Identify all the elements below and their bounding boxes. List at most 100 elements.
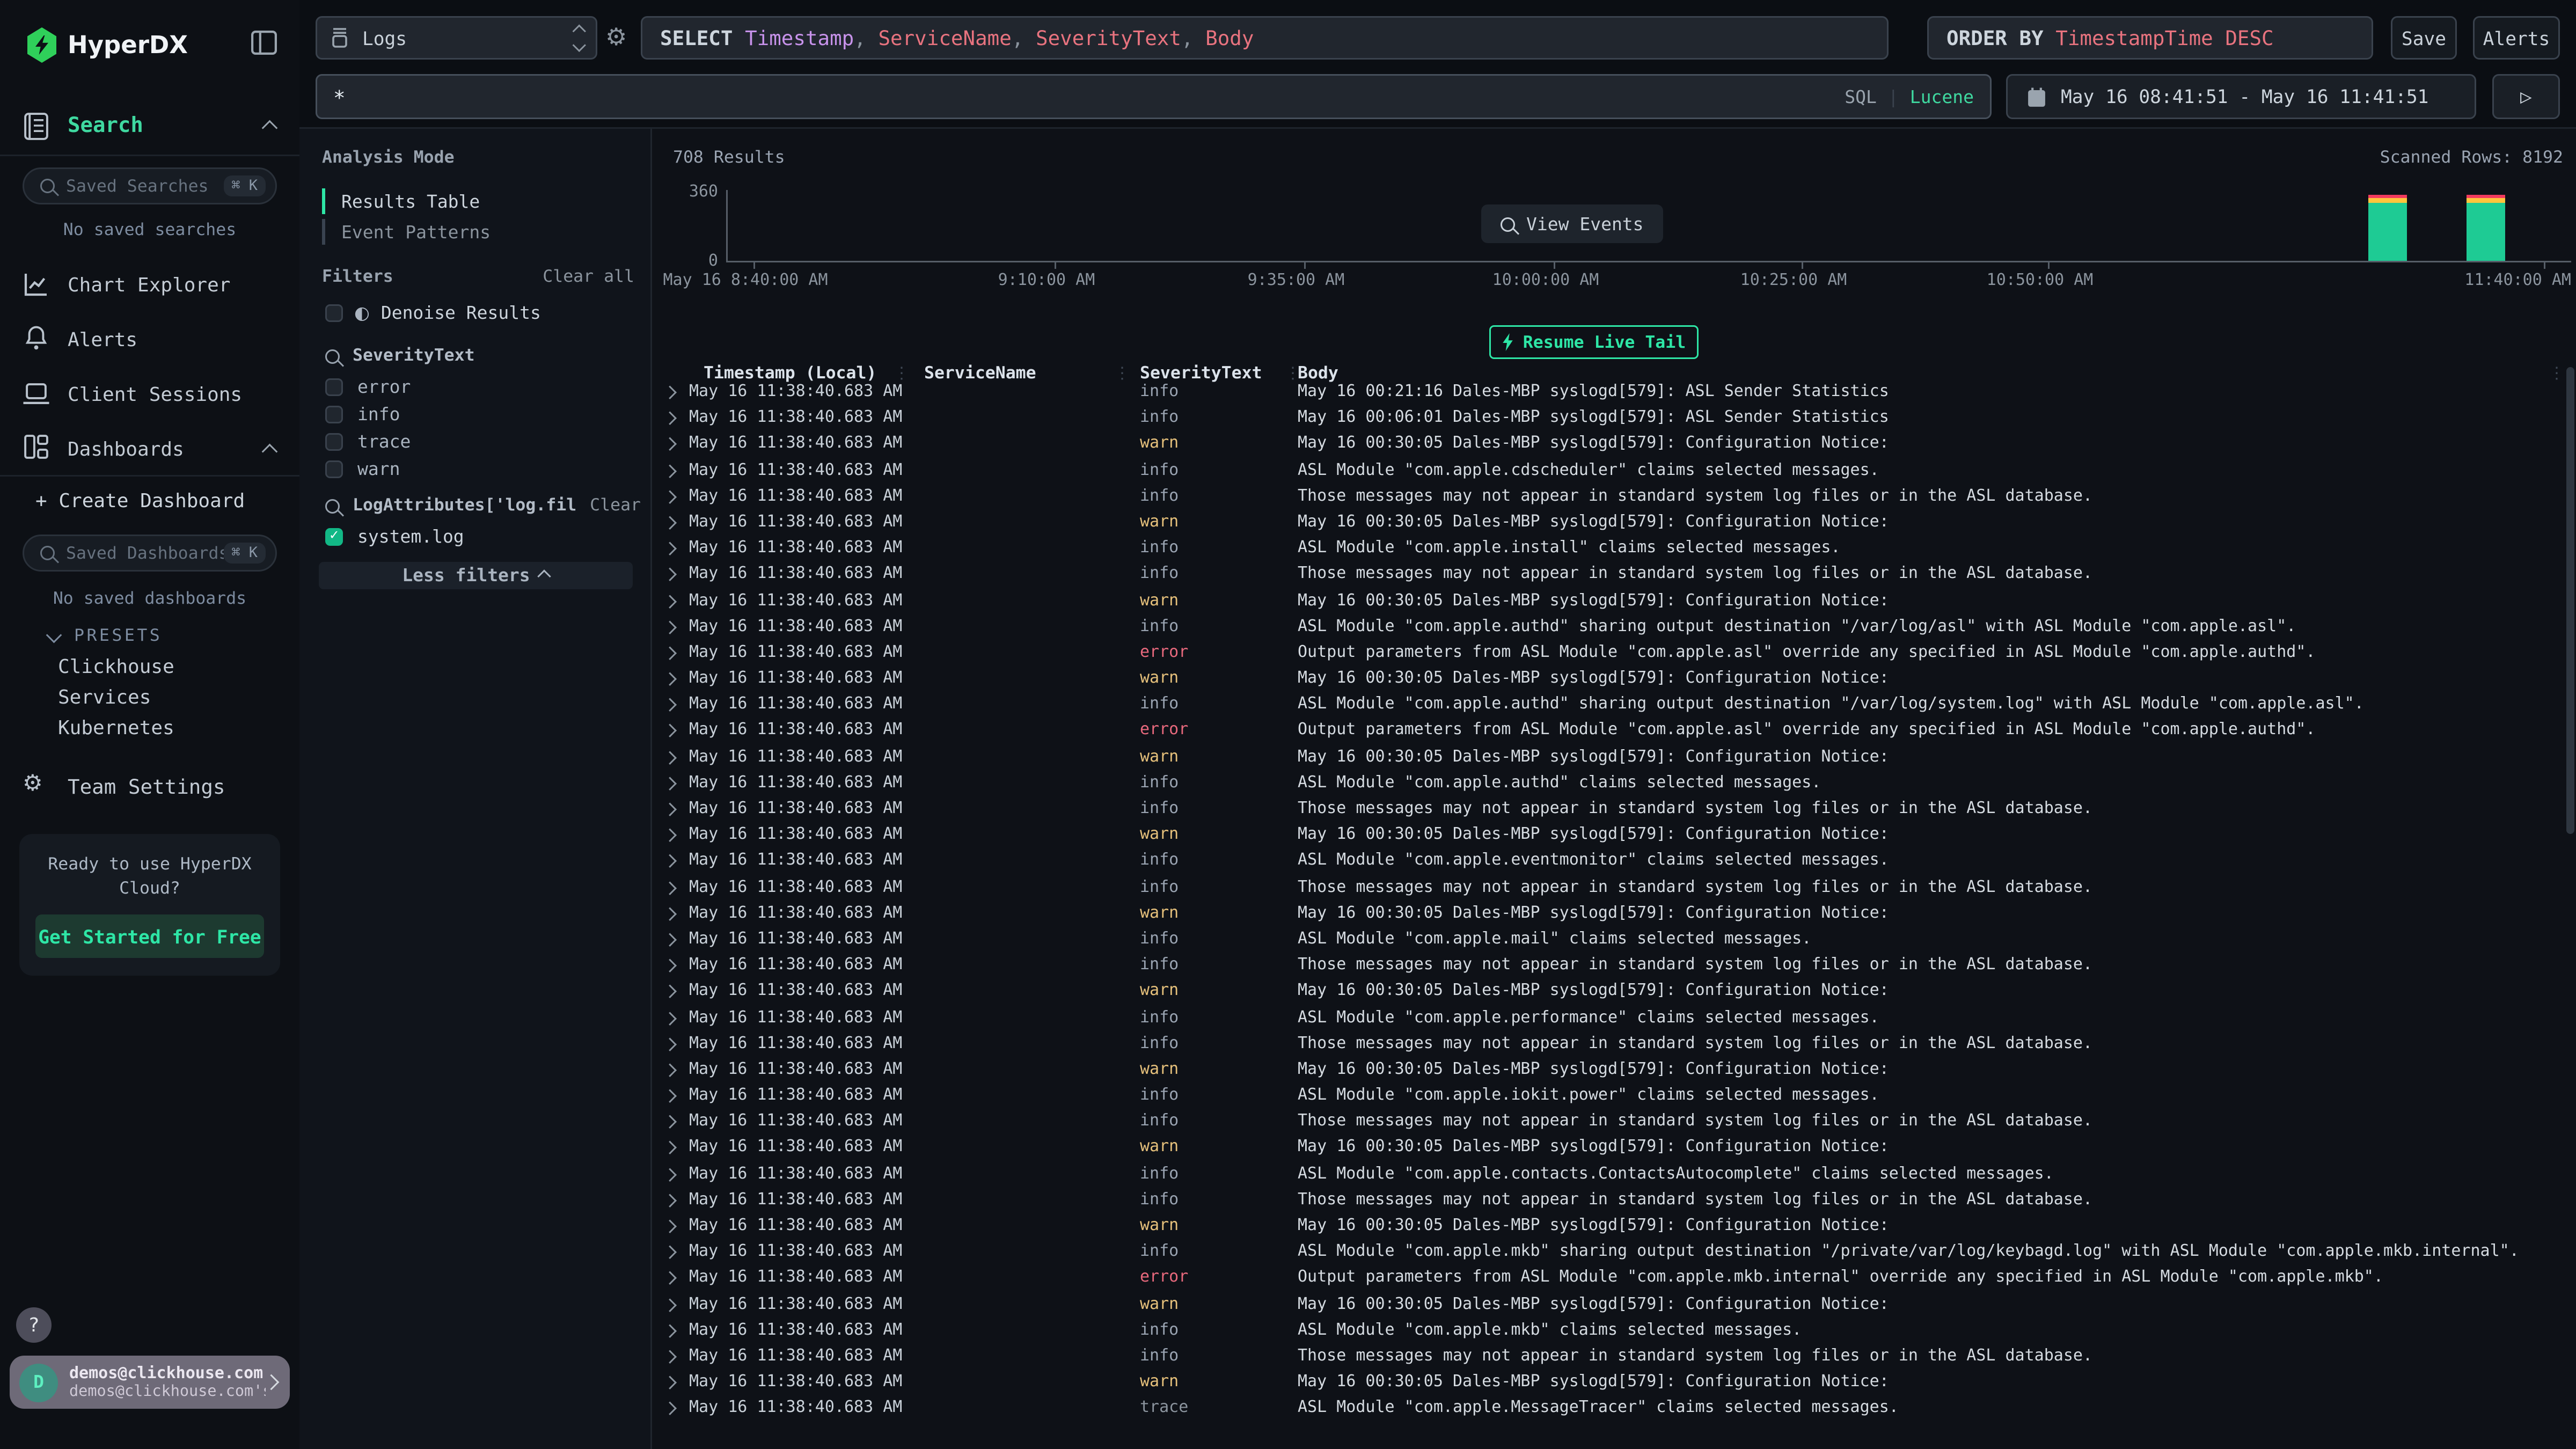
table-row[interactable]: May 16 11:38:40.683 AM warn May 16 00:30… bbox=[652, 667, 2576, 693]
sidebar-item-chart-explorer[interactable]: Chart Explorer bbox=[68, 274, 230, 296]
table-row[interactable]: May 16 11:38:40.683 AM info Those messag… bbox=[652, 875, 2576, 902]
expand-row-chevron-icon[interactable] bbox=[663, 1324, 676, 1337]
presets-header[interactable]: PRESETS bbox=[74, 626, 162, 646]
expand-row-chevron-icon[interactable] bbox=[663, 1142, 676, 1154]
clear-all-button[interactable]: Clear all bbox=[543, 267, 634, 287]
table-row[interactable]: May 16 11:38:40.683 AM warn May 16 00:30… bbox=[652, 1292, 2576, 1319]
order-by-input[interactable]: ORDER BY TimestampTime DESC bbox=[1927, 16, 2373, 60]
table-scrollbar[interactable] bbox=[2566, 367, 2574, 834]
expand-row-chevron-icon[interactable] bbox=[663, 908, 676, 920]
preset-kubernetes[interactable]: Kubernetes bbox=[58, 716, 174, 739]
table-row[interactable]: May 16 11:38:40.683 AM info ASL Module "… bbox=[652, 927, 2576, 954]
sidebar-item-team-settings[interactable]: Team Settings bbox=[68, 774, 225, 799]
expand-row-chevron-icon[interactable] bbox=[663, 491, 676, 503]
table-row[interactable]: May 16 11:38:40.683 AM warn May 16 00:30… bbox=[652, 901, 2576, 927]
table-row[interactable]: May 16 11:38:40.683 AM info ASL Module "… bbox=[652, 614, 2576, 641]
time-range-picker[interactable]: May 16 08:41:51 - May 16 11:41:51 bbox=[2006, 74, 2476, 119]
expand-row-chevron-icon[interactable] bbox=[663, 1168, 676, 1180]
table-row[interactable]: May 16 11:38:40.683 AM error Output para… bbox=[652, 641, 2576, 667]
expand-row-chevron-icon[interactable] bbox=[663, 1272, 676, 1285]
table-row[interactable]: May 16 11:38:40.683 AM info Those messag… bbox=[652, 484, 2576, 510]
table-row[interactable]: May 16 11:38:40.683 AM info ASL Module "… bbox=[652, 536, 2576, 562]
histogram-bar[interactable] bbox=[2467, 194, 2505, 261]
table-row[interactable]: May 16 11:38:40.683 AM warn May 16 00:30… bbox=[652, 432, 2576, 458]
sidebar-item-dashboards[interactable]: Dashboards bbox=[68, 438, 184, 460]
checkbox[interactable] bbox=[325, 406, 343, 423]
create-dashboard-button[interactable]: + Create Dashboard bbox=[35, 489, 245, 512]
dashboards-collapse-chevron-icon[interactable] bbox=[262, 444, 278, 460]
results-histogram[interactable]: 360 0 May 16 8:40:00 AM9:10:00 AM9:35:00… bbox=[652, 180, 2576, 325]
table-row[interactable]: May 16 11:38:40.683 AM warn May 16 00:30… bbox=[652, 510, 2576, 537]
expand-row-chevron-icon[interactable] bbox=[663, 699, 676, 711]
denoise-row[interactable]: ◐ Denoise Results bbox=[325, 303, 541, 324]
expand-row-chevron-icon[interactable] bbox=[663, 1246, 676, 1258]
expand-row-chevron-icon[interactable] bbox=[663, 1350, 676, 1363]
expand-row-chevron-icon[interactable] bbox=[663, 881, 676, 894]
table-row[interactable]: May 16 11:38:40.683 AM error Output para… bbox=[652, 719, 2576, 745]
expand-row-chevron-icon[interactable] bbox=[663, 986, 676, 998]
table-row[interactable]: May 16 11:38:40.683 AM info ASL Module "… bbox=[652, 1084, 2576, 1110]
source-select[interactable]: Logs bbox=[316, 16, 597, 60]
expand-row-chevron-icon[interactable] bbox=[663, 621, 676, 633]
preset-clickhouse[interactable]: Clickhouse bbox=[58, 655, 174, 678]
filter-option-error[interactable]: error bbox=[325, 374, 411, 401]
mode-sql-toggle[interactable]: SQL bbox=[1845, 86, 1877, 107]
table-row[interactable]: May 16 11:38:40.683 AM warn May 16 00:30… bbox=[652, 745, 2576, 771]
filter-option-info[interactable]: info bbox=[325, 401, 411, 428]
collapse-sidebar-icon[interactable] bbox=[251, 31, 277, 55]
expand-row-chevron-icon[interactable] bbox=[663, 464, 676, 477]
filter-option-trace[interactable]: trace bbox=[325, 428, 411, 456]
search-collapse-chevron-icon[interactable] bbox=[262, 120, 278, 136]
sidebar-item-client-sessions[interactable]: Client Sessions bbox=[68, 383, 242, 406]
table-row[interactable]: May 16 11:38:40.683 AM info Those messag… bbox=[652, 797, 2576, 823]
table-row[interactable]: May 16 11:38:40.683 AM info May 16 00:21… bbox=[652, 380, 2576, 406]
expand-row-chevron-icon[interactable] bbox=[663, 1064, 676, 1076]
expand-row-chevron-icon[interactable] bbox=[663, 1116, 676, 1128]
expand-row-chevron-icon[interactable] bbox=[663, 1038, 676, 1050]
table-row[interactable]: May 16 11:38:40.683 AM info ASL Module "… bbox=[652, 458, 2576, 485]
expand-row-chevron-icon[interactable] bbox=[663, 1377, 676, 1389]
table-row[interactable]: May 16 11:38:40.683 AM info Those messag… bbox=[652, 562, 2576, 589]
expand-row-chevron-icon[interactable] bbox=[663, 647, 676, 659]
expand-row-chevron-icon[interactable] bbox=[663, 543, 676, 555]
run-query-button[interactable]: ▷ bbox=[2492, 74, 2560, 119]
mode-lucene-toggle[interactable]: Lucene bbox=[1910, 86, 1974, 107]
saved-dashboards-input[interactable]: Saved Dashboards ⌘ K bbox=[23, 535, 277, 572]
tab-results-table[interactable]: Results Table bbox=[341, 192, 480, 213]
table-row[interactable]: May 16 11:38:40.683 AM warn May 16 00:30… bbox=[652, 589, 2576, 615]
table-row[interactable]: May 16 11:38:40.683 AM info ASL Module "… bbox=[652, 1240, 2576, 1267]
checkbox[interactable] bbox=[325, 378, 343, 396]
search-query-input[interactable]: * SQL | Lucene bbox=[316, 74, 1992, 119]
tab-event-patterns[interactable]: Event Patterns bbox=[341, 222, 491, 243]
table-row[interactable]: May 16 11:38:40.683 AM error Output para… bbox=[652, 1266, 2576, 1292]
help-button[interactable]: ? bbox=[16, 1307, 52, 1343]
alerts-button[interactable]: Alerts bbox=[2473, 16, 2560, 60]
table-row[interactable]: May 16 11:38:40.683 AM warn May 16 00:30… bbox=[652, 1058, 2576, 1084]
expand-row-chevron-icon[interactable] bbox=[663, 777, 676, 789]
table-row[interactable]: May 16 11:38:40.683 AM info ASL Module "… bbox=[652, 693, 2576, 719]
table-row[interactable]: May 16 11:38:40.683 AM warn May 16 00:30… bbox=[652, 979, 2576, 1006]
table-row[interactable]: May 16 11:38:40.683 AM info Those messag… bbox=[652, 1110, 2576, 1136]
presets-chevron-icon[interactable] bbox=[46, 627, 62, 643]
table-row[interactable]: May 16 11:38:40.683 AM info ASL Module "… bbox=[652, 1318, 2576, 1344]
checkbox[interactable] bbox=[325, 433, 343, 451]
get-started-button[interactable]: Get Started for Free bbox=[35, 914, 264, 958]
table-row[interactable]: May 16 11:38:40.683 AM info Those messag… bbox=[652, 1344, 2576, 1371]
denoise-checkbox[interactable] bbox=[325, 304, 343, 322]
table-row[interactable]: May 16 11:38:40.683 AM warn May 16 00:30… bbox=[652, 1136, 2576, 1162]
table-row[interactable]: May 16 11:38:40.683 AM info Those messag… bbox=[652, 1031, 2576, 1058]
table-row[interactable]: May 16 11:38:40.683 AM warn May 16 00:30… bbox=[652, 1214, 2576, 1240]
histogram-bar[interactable] bbox=[2368, 194, 2407, 261]
expand-row-chevron-icon[interactable] bbox=[663, 1194, 676, 1206]
less-filters-button[interactable]: Less filters bbox=[319, 562, 633, 589]
expand-row-chevron-icon[interactable] bbox=[663, 933, 676, 946]
checkbox[interactable] bbox=[325, 460, 343, 478]
table-row[interactable]: May 16 11:38:40.683 AM info ASL Module "… bbox=[652, 849, 2576, 875]
save-button[interactable]: Save bbox=[2391, 16, 2457, 60]
user-account-chip[interactable]: D demos@clickhouse.com demos@clickhouse.… bbox=[10, 1356, 290, 1409]
table-row[interactable]: May 16 11:38:40.683 AM info Those messag… bbox=[652, 1188, 2576, 1214]
expand-row-chevron-icon[interactable] bbox=[663, 803, 676, 816]
expand-row-chevron-icon[interactable] bbox=[663, 960, 676, 972]
expand-row-chevron-icon[interactable] bbox=[663, 829, 676, 841]
table-row[interactable]: May 16 11:38:40.683 AM info ASL Module "… bbox=[652, 1162, 2576, 1188]
